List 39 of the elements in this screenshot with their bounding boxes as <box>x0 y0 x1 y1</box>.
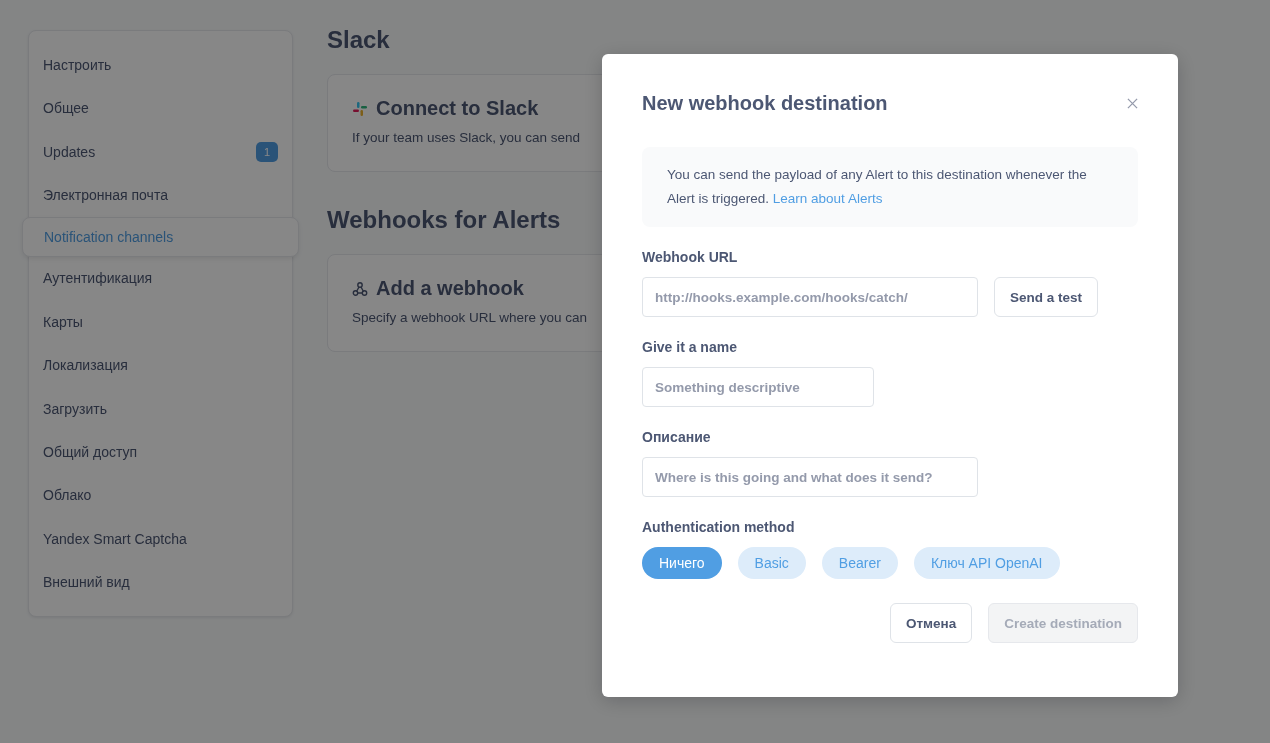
sidebar-item[interactable]: Локализация <box>29 343 292 387</box>
count-badge: 1 <box>255 141 278 162</box>
auth-option[interactable]: Basic <box>737 547 806 579</box>
sidebar-item[interactable]: Общее <box>29 86 292 130</box>
card-title: Connect to Slack <box>376 97 539 120</box>
sidebar-item[interactable]: Загрузить <box>29 386 292 431</box>
auth-option[interactable]: Ничего <box>642 547 722 579</box>
sidebar-item[interactable]: Облако <box>29 473 292 518</box>
sidebar-item[interactable]: Notification channels <box>22 216 299 257</box>
input-field[interactable]: Where is this going and what does it send? <box>642 457 978 497</box>
section-heading: Slack <box>327 30 391 50</box>
cancel-button[interactable]: Отмена <box>889 603 973 643</box>
card-description: If your team uses Slack, you can send <box>352 130 582 145</box>
auth-option[interactable]: Ключ API OpenAI <box>913 547 1060 579</box>
card-description: Specify a webhook URL where you can <box>352 310 589 325</box>
modal-title: New webhook destination <box>642 92 888 115</box>
info-text: You can send the payload of any Alert to this destination whenever the Alert is triggered. Learn about Alerts <box>667 166 1088 208</box>
input-field[interactable]: http://hooks.example.com/hooks/catch/ <box>642 277 978 317</box>
sidebar-item[interactable]: Электронная почта <box>29 173 292 217</box>
sidebar-item[interactable]: Карты <box>29 300 292 344</box>
field-label: Описание <box>642 429 712 445</box>
close-icon[interactable] <box>1127 98 1138 109</box>
input-field[interactable]: Something descriptive <box>642 367 874 407</box>
auth-option[interactable]: Bearer <box>821 547 898 579</box>
slack-icon <box>352 100 368 117</box>
sidebar-item[interactable]: Yandex Smart Captcha <box>29 517 292 561</box>
field-label: Give it a name <box>642 339 738 355</box>
sidebar-item[interactable]: Updates 1 <box>29 129 292 174</box>
section-heading: Webhooks for Alerts <box>327 210 562 230</box>
send-test-button[interactable]: Send a test <box>994 277 1099 317</box>
card-title: Add a webhook <box>376 277 524 300</box>
sidebar-item[interactable]: Настроить <box>29 43 292 87</box>
webhook-icon <box>352 280 368 297</box>
sidebar-item[interactable]: Общий доступ <box>29 430 292 474</box>
sidebar-item[interactable]: Аутентификация <box>29 256 292 301</box>
sidebar-item[interactable]: Внешний вид <box>29 560 292 604</box>
learn-link[interactable]: Learn about Alerts <box>772 191 883 206</box>
field-label: Authentication method <box>642 519 796 535</box>
field-label: Webhook URL <box>642 249 739 265</box>
